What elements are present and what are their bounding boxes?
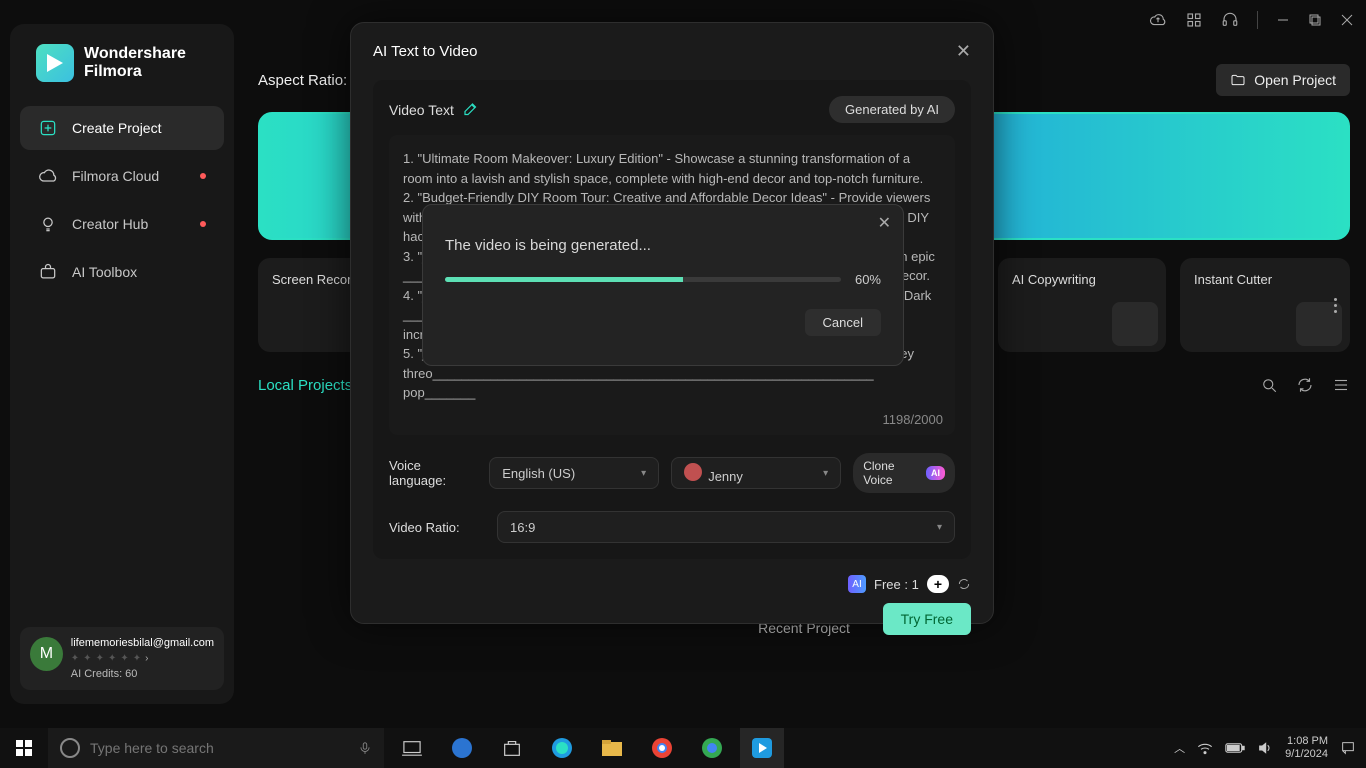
plus-square-icon: [38, 118, 58, 138]
add-credits-button[interactable]: +: [927, 575, 949, 593]
apps-grid-icon[interactable]: [1185, 11, 1203, 29]
ai-icon: [1112, 302, 1158, 346]
clone-voice-button[interactable]: Clone VoiceAI: [853, 453, 955, 493]
sidebar-item-label: Creator Hub: [72, 216, 148, 232]
more-menu-icon[interactable]: [1326, 292, 1344, 318]
voice-language-select[interactable]: English (US)▾: [489, 457, 659, 489]
try-free-button[interactable]: Try Free: [883, 603, 971, 635]
notifications-icon[interactable]: [1340, 740, 1356, 756]
progress-cancel-button[interactable]: Cancel: [805, 309, 881, 336]
edge-icon[interactable]: [540, 728, 584, 768]
refresh-icon[interactable]: [957, 577, 971, 591]
notification-dot-icon: [200, 173, 206, 179]
popup-close-icon[interactable]: ✕: [878, 213, 891, 233]
folder-icon: [1230, 72, 1246, 88]
voice-avatar-icon: [684, 463, 702, 481]
refresh-icon[interactable]: [1296, 376, 1314, 394]
voice-language-label: Voice language:: [389, 458, 477, 488]
list-view-icon[interactable]: [1332, 376, 1350, 394]
logo-line1: Wondershare: [84, 45, 186, 62]
taskbar: ︿ 1:08 PM9/1/2024: [0, 728, 1366, 768]
ai-toolbox-icon: [38, 262, 58, 282]
avatar: M: [30, 637, 63, 671]
chevron-down-icon: ▾: [641, 468, 646, 479]
account-email: lifememoriesbilal@gmail.com: [71, 637, 214, 649]
sidebar-item-ai-toolbox[interactable]: AI Toolbox: [20, 250, 224, 294]
tile-ai-copywriting[interactable]: AI Copywriting: [998, 258, 1166, 352]
tile-instant-cutter[interactable]: Instant Cutter: [1180, 258, 1350, 352]
system-tray: ︿ 1:08 PM9/1/2024: [1174, 735, 1366, 761]
logo-mark-icon: [36, 44, 74, 82]
wifi-icon[interactable]: [1197, 741, 1213, 755]
sidebar-item-filmora-cloud[interactable]: Filmora Cloud: [20, 154, 224, 198]
taskbar-search[interactable]: [48, 728, 384, 768]
mic-icon[interactable]: [358, 739, 372, 757]
bulb-icon: [38, 214, 58, 234]
start-button[interactable]: [0, 728, 48, 768]
video-text-label: Video Text: [389, 101, 480, 119]
sidebar-item-label: Create Project: [72, 120, 161, 136]
search-input[interactable]: [90, 740, 348, 756]
video-ratio-label: Video Ratio:: [389, 520, 485, 535]
voice-name-select[interactable]: Jenny▾: [671, 457, 841, 489]
progress-popup: ✕ The video is being generated... 60% Ca…: [422, 204, 904, 366]
maximize-icon[interactable]: [1308, 13, 1322, 27]
char-count: 1198/2000: [883, 412, 944, 427]
task-view-icon[interactable]: [390, 728, 434, 768]
edit-icon[interactable]: [462, 101, 480, 119]
file-explorer-icon[interactable]: [590, 728, 634, 768]
titlebar: [1149, 0, 1366, 40]
progress-bar-fill: [445, 277, 683, 282]
chevron-up-icon[interactable]: ︿: [1174, 740, 1185, 756]
cloud-icon: [38, 166, 58, 186]
aspect-ratio-label: Aspect Ratio:: [258, 72, 347, 89]
store-icon[interactable]: [490, 728, 534, 768]
open-project-label: Open Project: [1254, 72, 1336, 88]
dialog-close-icon[interactable]: ✕: [956, 41, 971, 62]
progress-percent: 60%: [855, 272, 881, 287]
sidebar: WondershareFilmora Create Project Filmor…: [10, 24, 234, 704]
app-logo: WondershareFilmora: [20, 38, 224, 106]
chevron-down-icon: ▾: [937, 522, 942, 533]
sidebar-item-label: AI Toolbox: [72, 264, 137, 280]
battery-icon[interactable]: [1225, 742, 1245, 754]
edge-legacy-icon[interactable]: [440, 728, 484, 768]
ai-credits: AI Credits: 60: [71, 668, 214, 680]
search-icon[interactable]: [1260, 376, 1278, 394]
credits-stars-icon: ✦✦✦✦✦✦›: [71, 653, 214, 664]
volume-icon[interactable]: [1257, 740, 1273, 756]
logo-line2: Filmora: [84, 63, 142, 80]
separator: [1257, 11, 1258, 29]
minimize-icon[interactable]: [1276, 13, 1290, 27]
ai-small-icon: AI: [848, 575, 866, 593]
close-icon[interactable]: [1340, 13, 1354, 27]
local-projects-tab[interactable]: Local Projects: [258, 377, 352, 394]
generated-by-ai-button[interactable]: Generated by AI: [829, 96, 955, 123]
tile-label: Instant Cutter: [1194, 272, 1272, 287]
sidebar-item-create-project[interactable]: Create Project: [20, 106, 224, 150]
sidebar-item-creator-hub[interactable]: Creator Hub: [20, 202, 224, 246]
cortana-icon: [60, 738, 80, 758]
sidebar-item-label: Filmora Cloud: [72, 168, 159, 184]
filmora-taskbar-icon[interactable]: [740, 728, 784, 768]
progress-bar: [445, 277, 841, 282]
free-credits-chip: AI Free : 1 +: [848, 575, 971, 593]
taskbar-clock[interactable]: 1:08 PM9/1/2024: [1285, 735, 1328, 761]
chevron-down-icon: ▾: [823, 468, 828, 479]
video-ratio-select[interactable]: 16:9▾: [497, 511, 955, 543]
progress-text: The video is being generated...: [445, 237, 881, 254]
tile-label: AI Copywriting: [1012, 272, 1096, 287]
open-project-button[interactable]: Open Project: [1216, 64, 1350, 96]
chrome-profile-icon[interactable]: [690, 728, 734, 768]
notification-dot-icon: [200, 221, 206, 227]
support-icon[interactable]: [1221, 11, 1239, 29]
chrome-icon[interactable]: [640, 728, 684, 768]
cloud-upload-icon[interactable]: [1149, 11, 1167, 29]
account-card[interactable]: M lifememoriesbilal@gmail.com ✦✦✦✦✦✦› AI…: [20, 627, 224, 690]
task-icons: [390, 728, 784, 768]
ai-badge-icon: AI: [926, 466, 945, 480]
dialog-title: AI Text to Video: [373, 43, 478, 60]
